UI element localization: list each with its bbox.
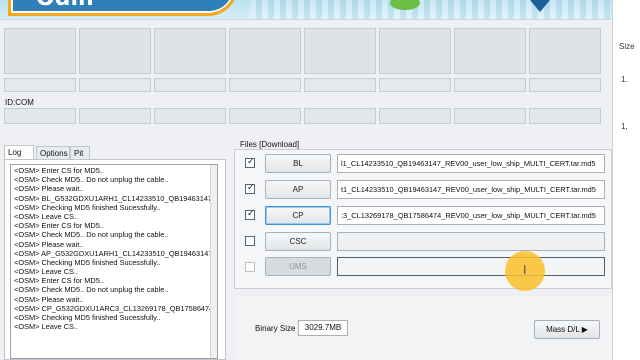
port-progress [454, 78, 526, 92]
mass-download-button[interactable]: Mass D/L ▶ [534, 320, 600, 339]
size-cell: 1. [621, 75, 628, 84]
com-port-slot [529, 108, 601, 124]
com-port-row [4, 108, 604, 124]
port-progress [4, 78, 76, 92]
world-map-graphic [250, 0, 610, 19]
port-progress-row [4, 78, 604, 92]
log-panel: <OSM> Enter CS for MD5.. <OSM> Check MD5… [4, 159, 226, 360]
ums-button[interactable]: UMS [265, 257, 331, 276]
com-port-slot [379, 108, 451, 124]
log-line: <OSM> Please wait.. [14, 184, 84, 194]
log-line: <OSM> Enter CS for MD5.. [14, 166, 104, 175]
log-line: <OSM> Check MD5.. Do not unplug the cabl… [14, 230, 169, 240]
log-scrollbar[interactable] [210, 165, 217, 358]
com-port-slot [454, 108, 526, 124]
size-cell: 1, [621, 122, 628, 131]
log-line: <OSM> Leave CS.. [14, 211, 79, 221]
right-side-panel: Size 1. 1, [612, 0, 640, 360]
port-progress [154, 78, 226, 92]
port-slot [304, 28, 376, 74]
port-slot [154, 28, 226, 74]
cp-button[interactable]: CP [265, 206, 331, 225]
cp-checkbox[interactable] [245, 208, 255, 220]
logo-text: Odin [36, 0, 94, 11]
log-lines: <OSM> Enter CS for MD5.. <OSM> Check MD5… [14, 166, 214, 331]
tab-options[interactable]: Options [36, 146, 70, 159]
bl-path-field[interactable]: l1_CL14233510_QB19463147_REV00_user_low_… [337, 154, 605, 173]
bl-checkbox[interactable] [245, 156, 255, 168]
log-textarea[interactable]: <OSM> Enter CS for MD5.. <OSM> Check MD5… [10, 164, 218, 359]
ap-checkbox[interactable] [245, 182, 255, 194]
port-slot [454, 28, 526, 74]
port-slot [79, 28, 151, 74]
port-status-row [4, 28, 604, 74]
port-slot [379, 28, 451, 74]
ums-checkbox[interactable] [245, 262, 255, 272]
com-port-slot [229, 108, 301, 124]
port-slot [529, 28, 601, 74]
text-cursor-icon: I [523, 263, 527, 277]
port-slot [4, 28, 76, 74]
tab-pit[interactable]: Pit [70, 146, 90, 159]
com-port-slot [79, 108, 151, 124]
com-port-slot [4, 108, 76, 124]
log-line: <OSM> Checking MD5 finished Sucessfully.… [14, 313, 161, 322]
ap-path-field[interactable]: t1_CL14233510_QB19463147_REV00_user_low_… [337, 180, 605, 199]
log-line: <OSM> Leave CS.. [14, 322, 79, 332]
log-line: <OSM> CP_G532GDXU1ARC3_CL13269178_QB1758… [14, 303, 214, 313]
com-port-slot [154, 108, 226, 124]
bl-button[interactable]: BL [265, 154, 331, 173]
log-line: <OSM> Enter CS for MD5.. [14, 221, 104, 231]
com-port-slot [304, 108, 376, 124]
ap-button[interactable]: AP [265, 180, 331, 199]
port-progress [379, 78, 451, 92]
log-line: <OSM> Please wait.. [14, 239, 84, 249]
ums-path-field[interactable] [337, 257, 605, 276]
csc-path-field[interactable] [337, 232, 605, 251]
blue-marker-icon [530, 0, 550, 12]
binary-size-label: Binary Size [255, 324, 296, 333]
log-line: <OSM> Please wait.. [14, 294, 84, 304]
log-line: <OSM> Checking MD5 finished Sucessfully.… [14, 202, 161, 212]
csc-checkbox[interactable] [245, 236, 255, 246]
log-line: <OSM> Check MD5.. Do not unplug the cabl… [14, 175, 169, 185]
cp-path-field[interactable]: :3_CL13269178_QB17586474_REV00_user_low_… [337, 206, 605, 225]
log-line: <OSM> Leave CS.. [14, 267, 79, 277]
tab-log[interactable]: Log [4, 145, 34, 159]
log-line: <OSM> BL_G532GDXU1ARH1_CL14233510_QB1946… [14, 193, 214, 203]
size-header: Size [619, 42, 635, 51]
port-slot [229, 28, 301, 74]
log-line: <OSM> Enter CS for MD5.. [14, 276, 104, 286]
port-progress [304, 78, 376, 92]
log-line: <OSM> AP_G532GDXU1ARH1_CL14233510_QB1946… [14, 248, 214, 258]
odin-banner: Odin [0, 0, 612, 20]
port-progress [229, 78, 301, 92]
log-line: <OSM> Check MD5.. Do not unplug the cabl… [14, 285, 169, 295]
binary-size-value: 3029.7MB [298, 320, 348, 336]
id-com-label: ID:COM [5, 98, 34, 107]
port-progress [529, 78, 601, 92]
log-line: <OSM> Checking MD5 finished Sucessfully.… [14, 257, 161, 267]
files-group-title: Files [Download] [240, 140, 300, 149]
port-progress [79, 78, 151, 92]
csc-button[interactable]: CSC [265, 232, 331, 251]
